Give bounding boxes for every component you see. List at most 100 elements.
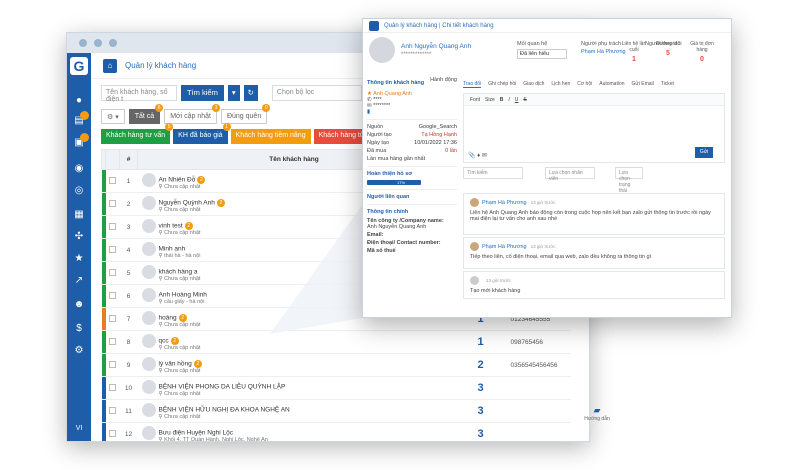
status-select[interactable]: Lựa chọn trạng thái (615, 167, 643, 194)
window-dot[interactable] (79, 39, 87, 47)
row-checkbox[interactable] (105, 376, 120, 400)
tag-label: Khách hàng tư vấn (106, 132, 166, 139)
help-button[interactable]: ▰ Hướng dẫn (582, 405, 612, 422)
customer-cell[interactable]: Bưu điện Huyện Nghi Lộc ⚲ Khối 4, TT Quán… (137, 422, 451, 441)
row-checkbox[interactable] (105, 215, 120, 239)
window-dot[interactable] (109, 39, 117, 47)
font-select[interactable]: Font (470, 97, 480, 103)
bold-button[interactable]: B (500, 97, 504, 103)
app-logo[interactable]: G (70, 57, 88, 75)
row-count: 2 (450, 353, 511, 377)
action-menu[interactable]: Hành động (430, 77, 457, 89)
comment-author[interactable]: Phạm Hà Phương (482, 244, 527, 250)
strike-button[interactable]: S (523, 97, 526, 103)
chip-all[interactable]: Tất cả 6 (128, 104, 164, 124)
customer-cell[interactable]: qcc 2 ⚲ Chưa cập nhật (137, 330, 451, 354)
row-checkbox[interactable] (105, 261, 120, 285)
star-icon[interactable]: ★ (73, 253, 85, 265)
customer-cell[interactable]: lý văn hồng 2 ⚲ Chưa cập nhật (137, 353, 451, 377)
related-people[interactable]: Người liên quan (367, 194, 457, 200)
dollar-icon[interactable]: $ (73, 323, 85, 335)
calendar-icon[interactable]: ▦ (73, 209, 85, 221)
notification-badge (80, 133, 89, 142)
filter-select[interactable]: Chọn bộ lọc (271, 85, 362, 101)
search-input[interactable]: Tên khách hàng, số điện t (101, 85, 177, 103)
home-icon[interactable]: ⌂ (103, 58, 117, 73)
user-circle-icon[interactable]: ☻ (73, 299, 85, 311)
chart-icon[interactable]: ↗ (73, 275, 85, 287)
customer-name[interactable]: BỆNH VIỆN PHONG DA LIỄU QUỲNH LẬP (159, 383, 286, 390)
avatar (141, 241, 156, 256)
language-icon[interactable]: VI (73, 423, 85, 435)
comment-author[interactable]: Phạm Hà Phương (482, 200, 527, 206)
italic-button[interactable]: I (508, 97, 509, 103)
row-checkbox[interactable] (105, 353, 120, 377)
chip-forgotten[interactable]: Đúng quên 0 (220, 104, 271, 124)
search-comment-input[interactable]: Tìm kiếm (463, 167, 523, 179)
attachment-icon[interactable]: 📎 ♦ ✉ (468, 152, 487, 159)
tab-opportunities[interactable]: Cơ hội (577, 81, 592, 88)
avatar (141, 379, 156, 394)
customer-name[interactable]: Anh Nguyễn Quang Anh (401, 43, 471, 50)
table-row[interactable]: 8 qcc 2 ⚲ Chưa cập nhật 1 098765456 (101, 330, 571, 354)
tag-potential[interactable]: Khách hàng tiềm năng (230, 129, 311, 144)
table-row[interactable]: 10 BỆNH VIỆN PHONG DA LIỄU QUỲNH LẬP ⚲ Chư… (101, 376, 571, 400)
customer-name[interactable]: qcc (159, 337, 169, 344)
customer-cell[interactable]: BỆNH VIỆN HỮU NGHỊ ĐA KHOA NGHỆ AN ⚲ Chưa… (137, 399, 451, 423)
row-checkbox[interactable] (105, 192, 120, 216)
chip-recent[interactable]: Mới cập nhật 3 (164, 104, 220, 124)
relation-select[interactable]: Đã liên hiểu (517, 49, 567, 59)
tab-ticket[interactable]: Ticket (661, 81, 674, 88)
send-button[interactable]: Gửi (695, 147, 713, 158)
eye-icon[interactable]: ◉ (73, 163, 85, 175)
header-checkbox[interactable] (105, 149, 120, 170)
dropdown-icon[interactable]: ▾ (227, 85, 240, 101)
table-row[interactable]: 12 Bưu điện Huyện Nghi Lộc ⚲ Khối 4, TT Qu… (101, 422, 571, 441)
customer-name[interactable]: Bưu điện Huyện Nghi Lộc (159, 429, 233, 436)
chip-label: Mới cập nhật (170, 113, 211, 120)
tab-exchange[interactable]: Trao đổi (463, 81, 482, 88)
customer-address: ⚲ Chưa cập nhật (158, 367, 201, 374)
table-row[interactable]: 11 BỆNH VIỆN HỮU NGHỊ ĐA KHOA NGHỆ AN ⚲ Ch… (101, 399, 571, 423)
tab-automation[interactable]: Automation (599, 81, 624, 88)
tab-transactions[interactable]: Giao dịch (523, 81, 544, 88)
staff-select[interactable]: Lựa chọn nhân viên (545, 167, 595, 182)
customer-name[interactable]: Anh Hoàng Minh (159, 291, 207, 298)
customer-name[interactable]: BỆNH VIỆN HỮU NGHỊ ĐA KHOA NGHỆ AN (159, 406, 290, 413)
customer-name[interactable]: Nguyễn Quỳnh Anh (159, 199, 215, 206)
user-icon[interactable]: ● (73, 95, 85, 107)
gear-icon[interactable]: ⚙ (73, 345, 85, 357)
home-icon[interactable] (369, 20, 379, 31)
search-button[interactable]: Tìm kiếm (181, 85, 224, 101)
row-checkbox[interactable] (105, 238, 120, 262)
row-checkbox[interactable] (105, 307, 120, 331)
globe-icon[interactable]: ◎ (73, 185, 85, 197)
row-checkbox[interactable] (105, 284, 120, 308)
tag-consulting[interactable]: Khách hàng tư vấn 5 (101, 123, 174, 144)
size-select[interactable]: Size (485, 97, 495, 103)
address-text: Chưa cập nhật (164, 367, 201, 374)
refresh-icon[interactable]: ↻ (243, 85, 258, 101)
customer-name[interactable]: lý văn hồng (159, 360, 192, 367)
row-checkbox[interactable] (105, 399, 120, 423)
row-checkbox[interactable] (105, 422, 120, 441)
settings-icon[interactable]: ⚙ ▾ (101, 109, 125, 124)
customer-name[interactable]: vinh test (159, 222, 183, 229)
row-checkbox[interactable] (105, 169, 120, 193)
row-checkbox[interactable] (105, 330, 120, 354)
customer-name[interactable]: Minh anh (159, 245, 186, 252)
main-info[interactable]: Thông tin chính (367, 209, 457, 215)
customer-name[interactable]: hoàng (159, 314, 177, 321)
tab-appointments[interactable]: Lịch hẹn (551, 81, 570, 88)
underline-button[interactable]: U (515, 97, 519, 103)
tag-quoted[interactable]: KH đã báo giá 1 (173, 123, 231, 144)
tab-notes[interactable]: Ghi chép hồi (488, 81, 516, 88)
window-dot[interactable] (94, 39, 102, 47)
customer-cell[interactable]: BỆNH VIỆN PHONG DA LIỄU QUỲNH LẬP ⚲ Chưa … (137, 376, 451, 400)
comment-editor[interactable]: Font Size B I U S 📎 ♦ ✉ (463, 93, 725, 163)
table-row[interactable]: 9 lý văn hồng 2 ⚲ Chưa cập nhật 2 03565454564… (101, 353, 571, 377)
tab-email[interactable]: Gửi Email (632, 81, 654, 88)
share-icon[interactable]: ✣ (73, 231, 85, 243)
customer-name[interactable]: An Nhiên Đỗ (159, 176, 196, 183)
customer-name[interactable]: khách hàng a (159, 268, 198, 275)
